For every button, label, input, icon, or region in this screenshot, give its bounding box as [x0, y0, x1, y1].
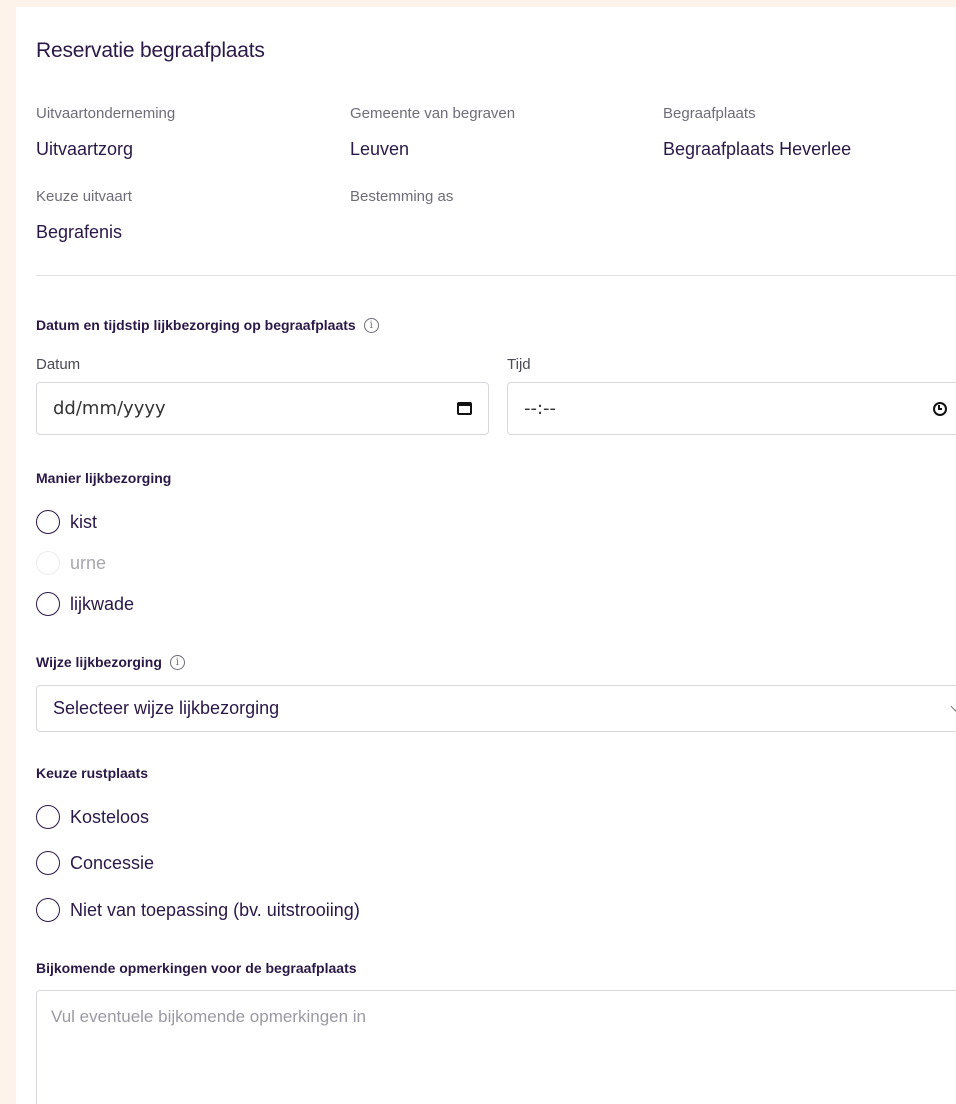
date-label: Datum — [36, 356, 81, 373]
divider — [36, 275, 956, 276]
reservation-card: Reservatie begraafplaats Uitvaartonderne… — [16, 7, 956, 1104]
calendar-icon[interactable] — [457, 402, 472, 415]
datetime-section-text: Datum en tijdstip lijkbezorging op begra… — [36, 317, 356, 333]
remarks-placeholder: Vul eventuele bijkomende opmerkingen in — [51, 1007, 367, 1026]
method-section-label: Wijze lijkbezorging i — [36, 654, 185, 670]
date-input[interactable]: dd/mm/yyyy — [36, 382, 489, 435]
method-section-text: Wijze lijkbezorging — [36, 654, 162, 670]
funeral-home-label: Uitvaartonderneming — [36, 105, 176, 122]
municipality-value: Leuven — [350, 139, 410, 159]
cemetery-label: Begraafplaats — [663, 105, 756, 122]
radio-label: Concessie — [70, 852, 155, 873]
radio-circle[interactable] — [36, 592, 60, 616]
radio-lijkwade[interactable]: lijkwade — [36, 592, 134, 616]
radio-label: Kosteloos — [70, 806, 150, 827]
funeral-choice-value: Begrafenis — [36, 222, 123, 242]
radio-circle — [36, 551, 60, 575]
radio-concessie[interactable]: Concessie — [36, 851, 154, 875]
datetime-section-label: Datum en tijdstip lijkbezorging op begra… — [36, 317, 379, 333]
clock-icon[interactable] — [933, 401, 947, 416]
ash-destination-label: Bestemming as — [350, 188, 454, 205]
method-select[interactable]: Selecteer wijze lijkbezorging — [36, 685, 956, 732]
radio-circle[interactable] — [36, 805, 60, 829]
municipality-label: Gemeente van begraven — [350, 105, 516, 122]
date-input-value: dd/mm/yyyy — [53, 398, 166, 419]
radio-label: lijkwade — [70, 593, 135, 614]
radio-niet-van-toepassing[interactable]: Niet van toepassing (bv. uitstrooiing) — [36, 898, 360, 922]
resting-place-section-label: Keuze rustplaats — [36, 765, 149, 781]
radio-kist[interactable]: kist — [36, 510, 97, 534]
radio-circle[interactable] — [36, 510, 60, 534]
method-select-value: Selecteer wijze lijkbezorging — [53, 698, 280, 718]
radio-kosteloos[interactable]: Kosteloos — [36, 805, 149, 829]
remarks-textarea[interactable]: Vul eventuele bijkomende opmerkingen in — [36, 990, 956, 1104]
remarks-section-label: Bijkomende opmerkingen voor de begraafpl… — [36, 960, 357, 976]
time-label: Tijd — [507, 356, 531, 373]
chevron-down-icon[interactable] — [950, 701, 956, 712]
funeral-home-value: Uitvaartzorg — [36, 139, 134, 159]
radio-urne: urne — [36, 551, 106, 575]
radio-circle[interactable] — [36, 851, 60, 875]
cemetery-value: Begraafplaats Heverlee — [663, 139, 852, 159]
page-title: Reservatie begraafplaats — [36, 39, 265, 62]
info-icon[interactable]: i — [363, 317, 379, 333]
time-input-value: --:-- — [524, 398, 557, 419]
funeral-choice-label: Keuze uitvaart — [36, 188, 132, 205]
manner-section-label: Manier lijkbezorging — [36, 470, 172, 486]
info-icon[interactable]: i — [169, 654, 185, 670]
radio-label: kist — [70, 511, 97, 532]
time-input[interactable]: --:-- — [507, 382, 956, 435]
radio-label: urne — [70, 552, 107, 573]
radio-circle[interactable] — [36, 898, 60, 922]
radio-label: Niet van toepassing (bv. uitstrooiing) — [70, 899, 360, 920]
